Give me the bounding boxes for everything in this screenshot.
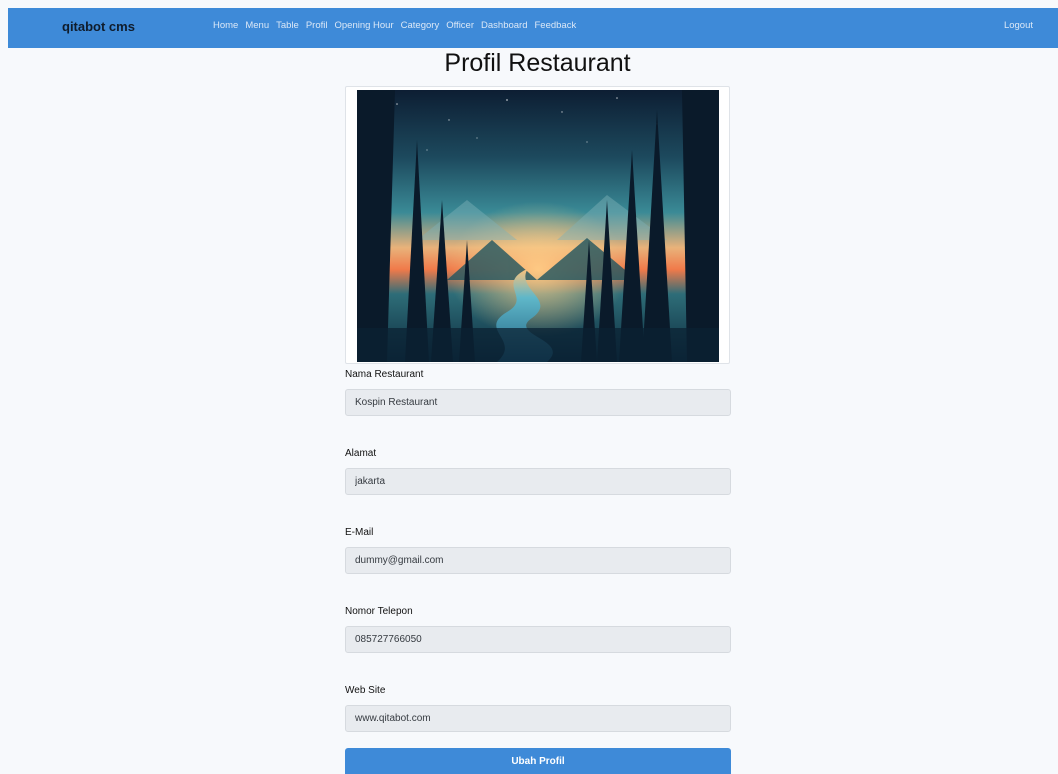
label-nama-restaurant: Nama Restaurant (345, 369, 424, 380)
nav-dashboard[interactable]: Dashboard (481, 20, 527, 31)
label-alamat: Alamat (345, 448, 377, 459)
nav-links: Home Menu Table Profil Opening Hour Cate… (213, 20, 576, 31)
brand-link[interactable]: qitabot cms (62, 19, 135, 34)
web-site-input[interactable] (345, 705, 731, 732)
label-nomor-telepon: Nomor Telepon (345, 606, 413, 617)
nav-table[interactable]: Table (276, 20, 299, 31)
label-web-site: Web Site (345, 685, 386, 696)
nama-restaurant-input[interactable] (345, 389, 731, 416)
nav-officer[interactable]: Officer (446, 20, 474, 31)
top-navbar: qitabot cms Home Menu Table Profil Openi… (8, 8, 1058, 48)
nav-category[interactable]: Category (401, 20, 440, 31)
nav-opening-hour[interactable]: Opening Hour (334, 20, 393, 31)
nav-feedback[interactable]: Feedback (535, 20, 577, 31)
nomor-telepon-input[interactable] (345, 626, 731, 653)
page-title: Profil Restaurant (444, 49, 631, 77)
nav-home[interactable]: Home (213, 20, 238, 31)
restaurant-image (345, 86, 730, 364)
label-email: E-Mail (345, 527, 374, 538)
email-input[interactable] (345, 547, 731, 574)
nav-profil[interactable]: Profil (306, 20, 328, 31)
logout-link[interactable]: Logout (1004, 20, 1033, 31)
nav-menu[interactable]: Menu (245, 20, 269, 31)
landscape-illustration (357, 90, 719, 362)
ubah-profil-button[interactable]: Ubah Profil (345, 748, 731, 774)
alamat-input[interactable] (345, 468, 731, 495)
